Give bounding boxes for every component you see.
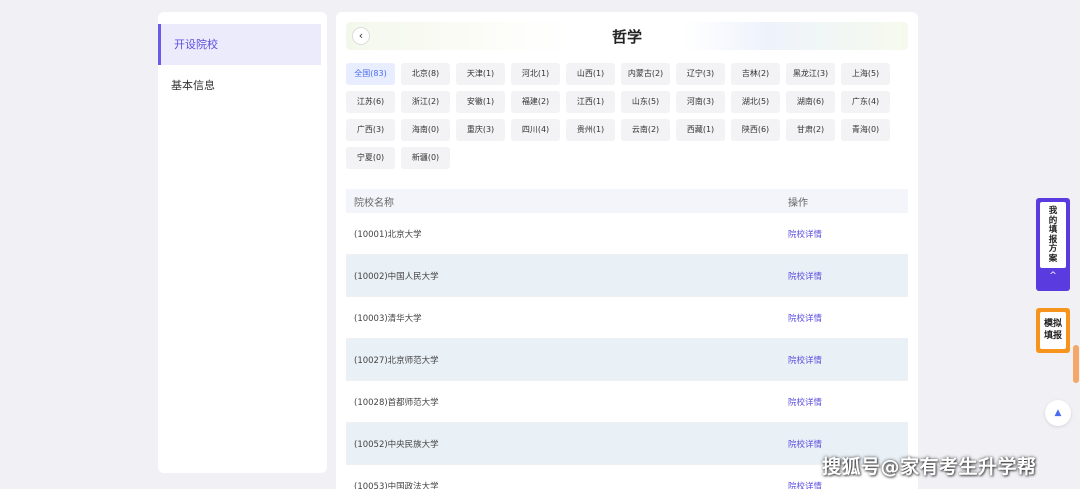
region-chip[interactable]: 湖南(6) <box>786 91 835 113</box>
table-row: (10003)清华大学 院校详情 <box>346 297 908 339</box>
region-chip[interactable]: 西藏(1) <box>676 119 725 141</box>
table-row: (10028)首都师范大学 院校详情 <box>346 381 908 423</box>
region-filter: 全国(83) 北京(8) 天津(1) 河北(1) 山西(1) 内蒙古(2) 辽宁(3) 吉林(… <box>346 63 891 169</box>
sidebar-item-basic-info[interactable]: 基本信息 <box>158 65 327 106</box>
school-detail-link[interactable]: 院校详情 <box>788 354 822 366</box>
simulate-fill-line1: 模拟 <box>1043 319 1062 329</box>
region-chip[interactable]: 广西(3) <box>346 119 395 141</box>
region-chip[interactable]: 湖北(5) <box>731 91 780 113</box>
table-header: 院校名称 操作 <box>346 189 908 213</box>
region-chip[interactable]: 陕西(6) <box>731 119 780 141</box>
school-name: (10052)中央民族大学 <box>354 439 439 450</box>
school-detail-link[interactable]: 院校详情 <box>788 270 822 282</box>
school-detail-link[interactable]: 院校详情 <box>788 438 822 450</box>
my-plan-button[interactable]: 我的填报方案 ^ <box>1036 198 1070 291</box>
page-title: 哲学 <box>611 28 642 46</box>
sidebar-item-schools[interactable]: 开设院校 <box>158 24 321 65</box>
region-chip[interactable]: 江苏(6) <box>346 91 395 113</box>
region-chip[interactable]: 宁夏(0) <box>346 147 395 169</box>
chevron-up-icon: ^ <box>1049 271 1057 281</box>
region-chip[interactable]: 青海(0) <box>841 119 890 141</box>
region-chip[interactable]: 四川(4) <box>511 119 560 141</box>
region-chip[interactable]: 广东(4) <box>841 91 890 113</box>
region-chip[interactable]: 黑龙江(3) <box>786 63 835 85</box>
table-row: (10027)北京师范大学 院校详情 <box>346 339 908 381</box>
region-chip[interactable]: 北京(8) <box>401 63 450 85</box>
region-chip[interactable]: 内蒙古(2) <box>621 63 670 85</box>
region-chip[interactable]: 甘肃(2) <box>786 119 835 141</box>
page-header: ‹ 哲学 <box>346 22 908 50</box>
region-chip[interactable]: 吉林(2) <box>731 63 780 85</box>
my-plan-label: 我的填报方案 <box>1040 202 1066 268</box>
column-header-name: 院校名称 <box>354 197 394 209</box>
school-name: (10053)中国政法大学 <box>354 481 439 489</box>
school-name: (10028)首都师范大学 <box>354 397 439 408</box>
main-panel: ‹ 哲学 全国(83) 北京(8) 天津(1) 河北(1) 山西(1) 内蒙古(2) 辽宁(… <box>336 12 918 489</box>
school-detail-link[interactable]: 院校详情 <box>788 396 822 408</box>
scroll-top-button[interactable]: ▲ <box>1045 400 1071 426</box>
region-chip[interactable]: 新疆(0) <box>401 147 450 169</box>
region-chip[interactable]: 贵州(1) <box>566 119 615 141</box>
region-chip[interactable]: 河南(3) <box>676 91 725 113</box>
school-detail-link[interactable]: 院校详情 <box>788 480 822 489</box>
region-chip[interactable]: 山东(5) <box>621 91 670 113</box>
region-chip[interactable]: 江西(1) <box>566 91 615 113</box>
region-chip[interactable]: 安徽(1) <box>456 91 505 113</box>
region-chip[interactable]: 海南(0) <box>401 119 450 141</box>
scrollbar[interactable] <box>1073 345 1079 383</box>
simulate-fill-button[interactable]: 模拟 填报 <box>1036 308 1070 353</box>
region-chip[interactable]: 山西(1) <box>566 63 615 85</box>
table-row: (10001)北京大学 院校详情 <box>346 213 908 255</box>
region-chip[interactable]: 全国(83) <box>346 63 395 85</box>
region-chip[interactable]: 天津(1) <box>456 63 505 85</box>
school-name: (10002)中国人民大学 <box>354 271 439 282</box>
school-name: (10001)北京大学 <box>354 229 422 240</box>
region-chip[interactable]: 河北(1) <box>511 63 560 85</box>
school-name: (10003)清华大学 <box>354 313 422 324</box>
region-chip[interactable]: 上海(5) <box>841 63 890 85</box>
column-header-action: 操作 <box>788 197 808 209</box>
school-table: 院校名称 操作 (10001)北京大学 院校详情 (10002)中国人民大学 院校详情… <box>346 189 908 489</box>
region-chip[interactable]: 辽宁(3) <box>676 63 725 85</box>
watermark: 搜狐号@家有考生升学帮 <box>822 456 1037 478</box>
region-chip[interactable]: 福建(2) <box>511 91 560 113</box>
school-detail-link[interactable]: 院校详情 <box>788 228 822 240</box>
simulate-fill-line2: 填报 <box>1043 331 1062 341</box>
sidebar: 开设院校 基本信息 <box>158 12 327 473</box>
school-detail-link[interactable]: 院校详情 <box>788 312 822 324</box>
table-row: (10002)中国人民大学 院校详情 <box>346 255 908 297</box>
school-name: (10027)北京师范大学 <box>354 355 439 366</box>
region-chip[interactable]: 云南(2) <box>621 119 670 141</box>
region-chip[interactable]: 重庆(3) <box>456 119 505 141</box>
simulate-fill-label: 模拟 填报 <box>1040 312 1066 349</box>
arrow-up-icon: ▲ <box>1054 408 1062 418</box>
region-chip[interactable]: 浙江(2) <box>401 91 450 113</box>
